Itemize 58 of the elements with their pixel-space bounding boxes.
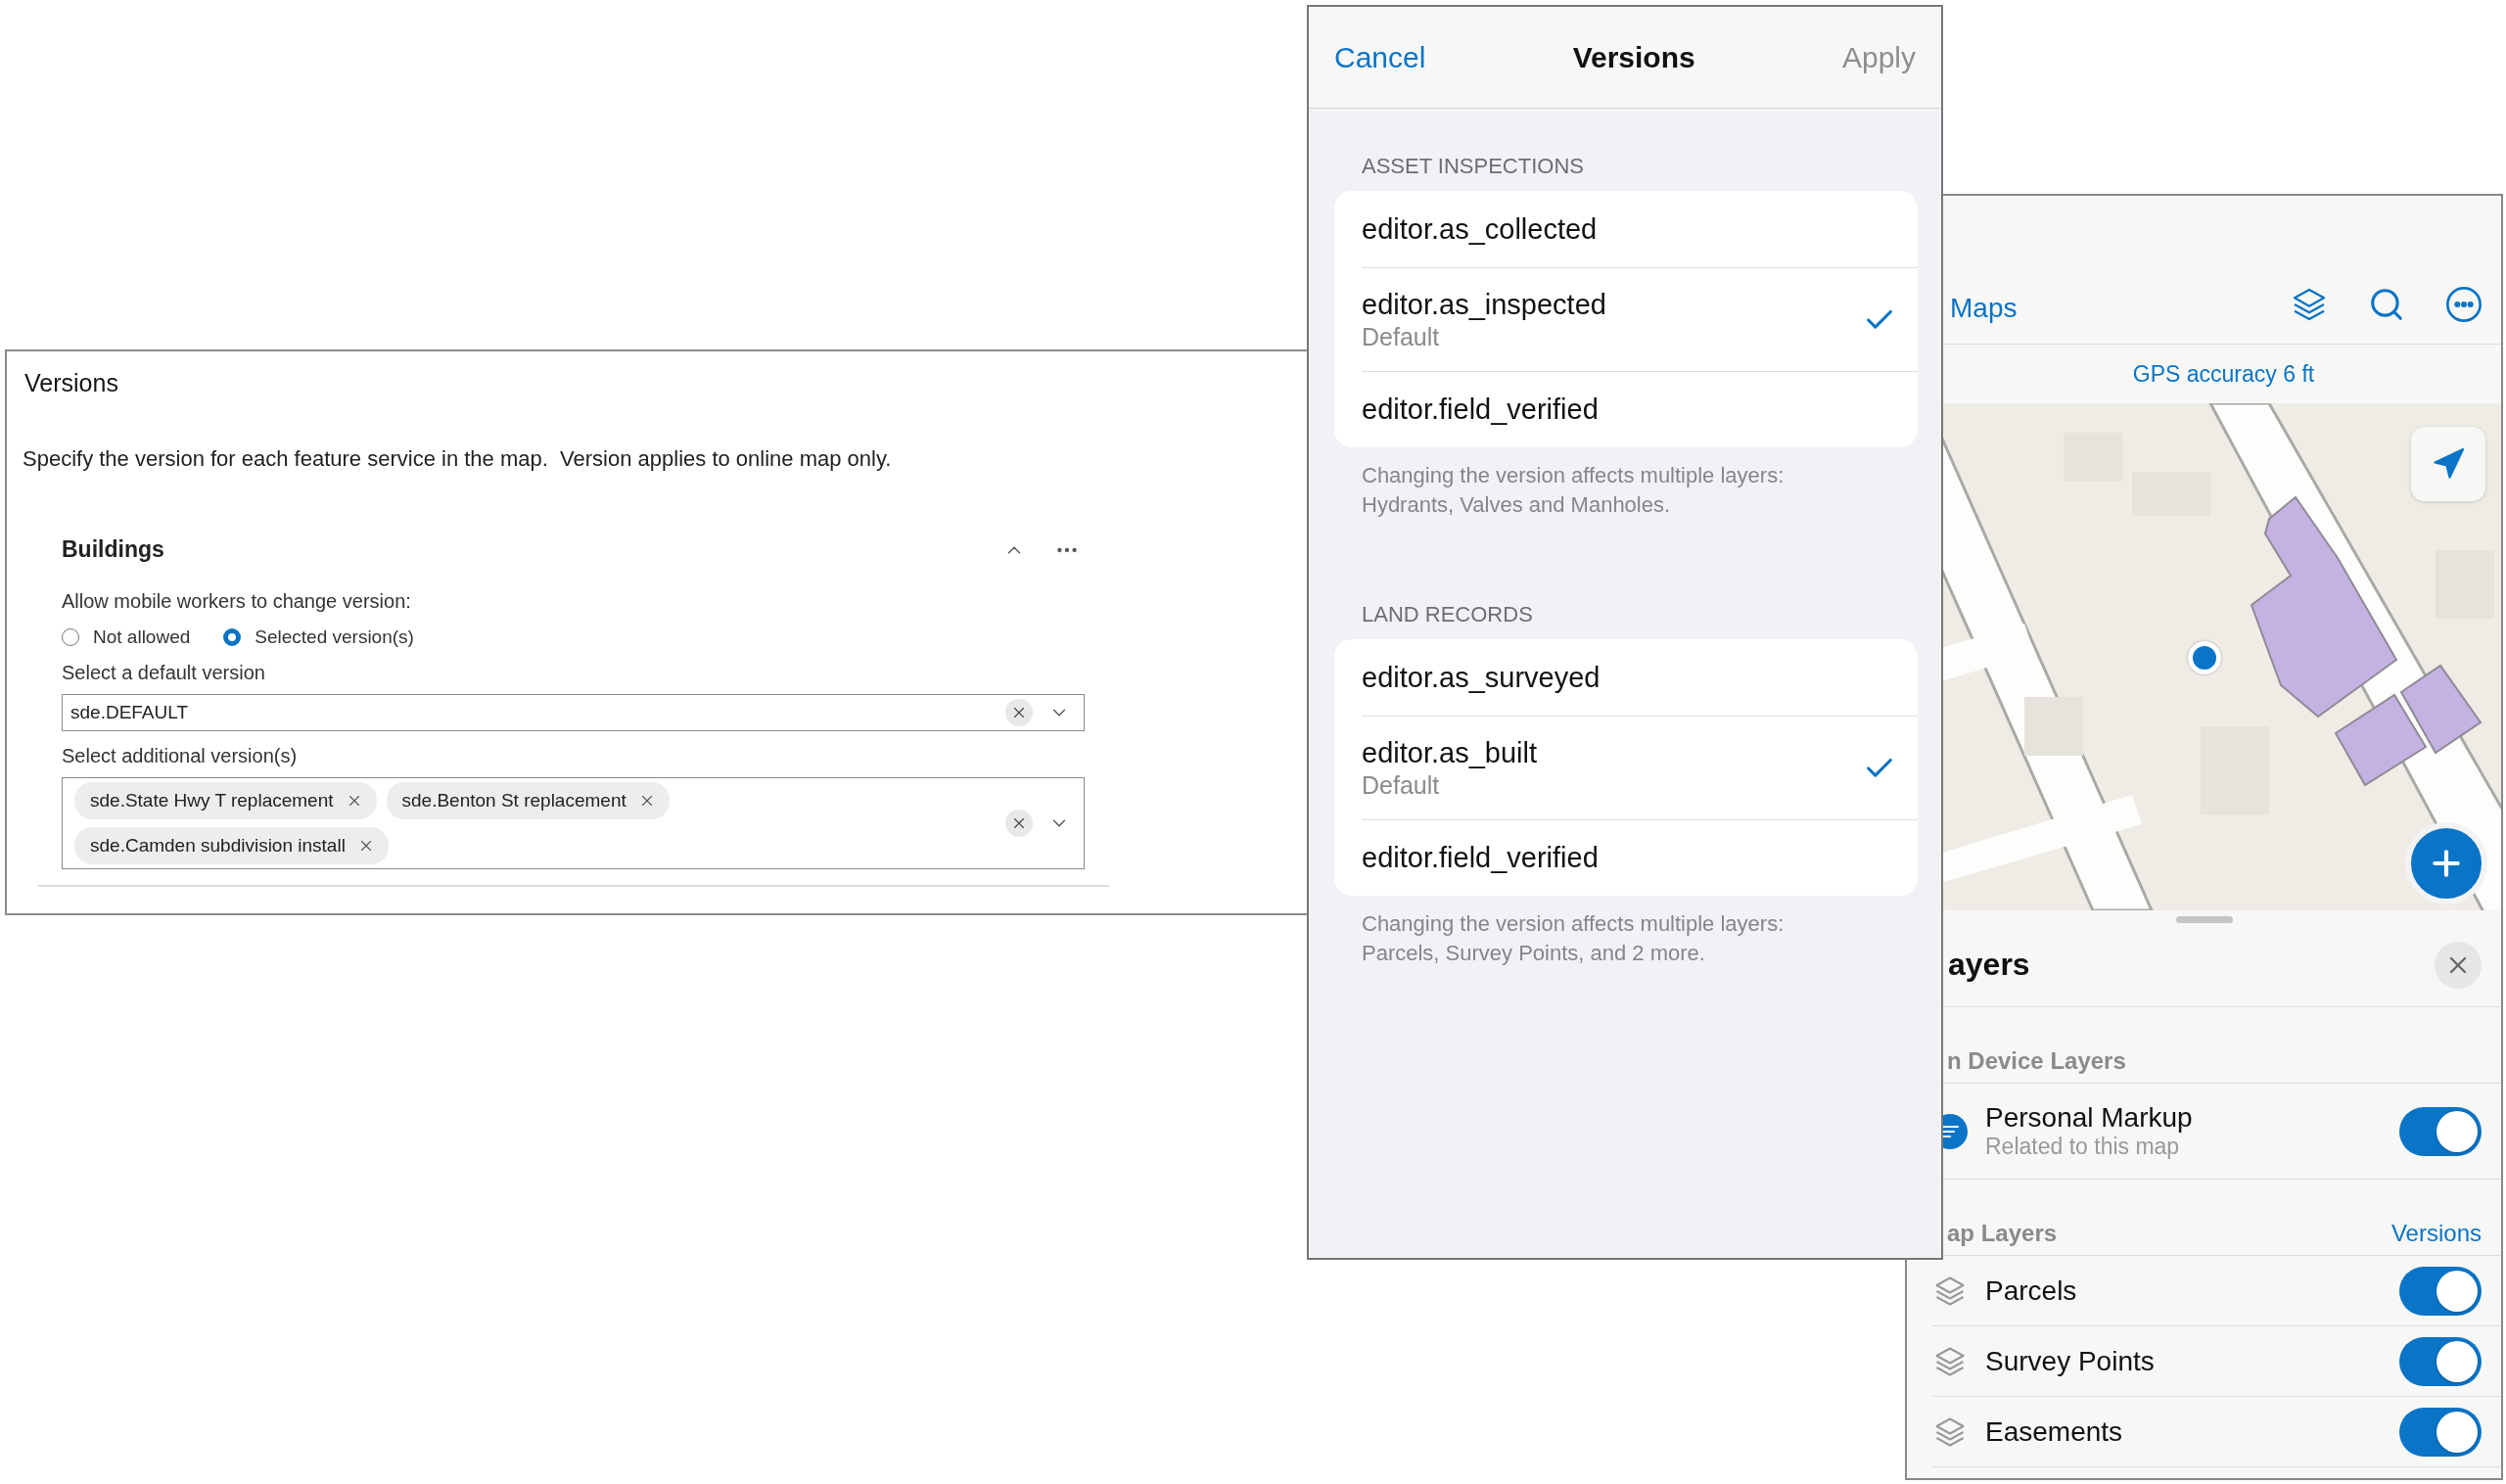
field-label: Select additional version(s) (62, 745, 299, 767)
field-label: Allow mobile workers to change version: (62, 590, 412, 613)
version-name: editor.as_surveyed (1362, 661, 1601, 694)
version-name: editor.as_built (1362, 736, 1538, 769)
additional-versions-select[interactable]: sde.State Hwy T replacement sde.Benton St replacement sde.Camden subdivision install (62, 777, 1085, 869)
version-subtitle: Default (1362, 770, 1441, 800)
version-row[interactable]: editor.as_inspected Default (1362, 267, 1918, 371)
layer-name: Parcels (1985, 1275, 2078, 1307)
dialog-title: Versions (1572, 40, 1695, 74)
locate-button[interactable] (2411, 427, 2485, 501)
layer-name: Buildings (62, 536, 164, 563)
sheet-handle[interactable] (2175, 916, 2233, 923)
layer-name: Survey Points (1985, 1345, 2156, 1377)
version-name: editor.field_verified (1362, 842, 1600, 874)
section-footnote: Changing the version affects multiple layers: Hydrants, Valves and Manholes. (1361, 462, 1786, 519)
section-header: LAND RECORDS (1361, 602, 1534, 627)
field-label: Select a default version (62, 662, 266, 684)
version-row[interactable]: editor.field_verified (1362, 371, 1918, 447)
group-header: ap Layers (1947, 1220, 2058, 1247)
description-text: Specify the version for each feature service in the map. Version applies to online map only. (22, 446, 893, 472)
version-subtitle: Default (1362, 322, 1441, 351)
close-button[interactable] (2435, 941, 2482, 989)
radio-button[interactable] (62, 628, 79, 646)
more-icon[interactable] (2444, 285, 2483, 324)
section-footnote: Changing the version affects multiple layers: Parcels, Survey Points, and 2 more. (1361, 910, 1786, 967)
chip-label: sde.State Hwy T replacement (90, 790, 334, 812)
back-link[interactable]: Maps (1950, 293, 2290, 324)
layer-subtitle: Related to this map (1985, 1134, 2181, 1160)
version-name: editor.as_inspected (1362, 288, 1607, 321)
group-header: n Device Layers (1947, 1047, 2126, 1075)
version-row[interactable]: editor.as_collected (1362, 191, 1918, 267)
layer-toggle[interactable] (2399, 1407, 2482, 1457)
layer-toggle[interactable] (2399, 1106, 2482, 1156)
version-name: editor.as_collected (1362, 212, 1599, 246)
section-header: ASSET INSPECTIONS (1361, 154, 1585, 179)
cancel-button[interactable]: Cancel (1334, 40, 1426, 74)
versions-link[interactable]: Versions (2390, 1220, 2482, 1247)
chip-label: sde.Benton St replacement (401, 790, 626, 812)
radio-option[interactable]: Not allowed (62, 626, 191, 648)
version-row[interactable]: editor.as_surveyed (1362, 639, 1918, 716)
clear-icon[interactable] (1005, 810, 1033, 837)
version-row[interactable]: editor.field_verified (1362, 819, 1918, 896)
layer-toggle[interactable] (2399, 1336, 2482, 1386)
version-row[interactable]: editor.as_built Default (1362, 716, 1918, 819)
radio-option[interactable]: Selected version(s) (223, 626, 414, 648)
clear-icon[interactable] (1005, 699, 1033, 726)
chip-label: sde.Camden subdivision install (90, 835, 346, 857)
default-version-select[interactable]: sde.DEFAULT (62, 694, 1085, 731)
panel-title: Versions (23, 369, 119, 397)
sheet-title: ayers (1948, 947, 2030, 983)
layer-name: Easements (1985, 1415, 2124, 1448)
version-name: editor.field_verified (1362, 394, 1600, 426)
gps-accuracy-text: GPS accuracy 6 ft (2131, 359, 2316, 389)
radio-button[interactable] (223, 628, 242, 646)
search-button[interactable] (2368, 286, 2405, 323)
layer-name: Personal Markup (1985, 1102, 2194, 1134)
layer-toggle[interactable] (2399, 1266, 2482, 1316)
navigation-arrow-icon (2431, 446, 2466, 482)
